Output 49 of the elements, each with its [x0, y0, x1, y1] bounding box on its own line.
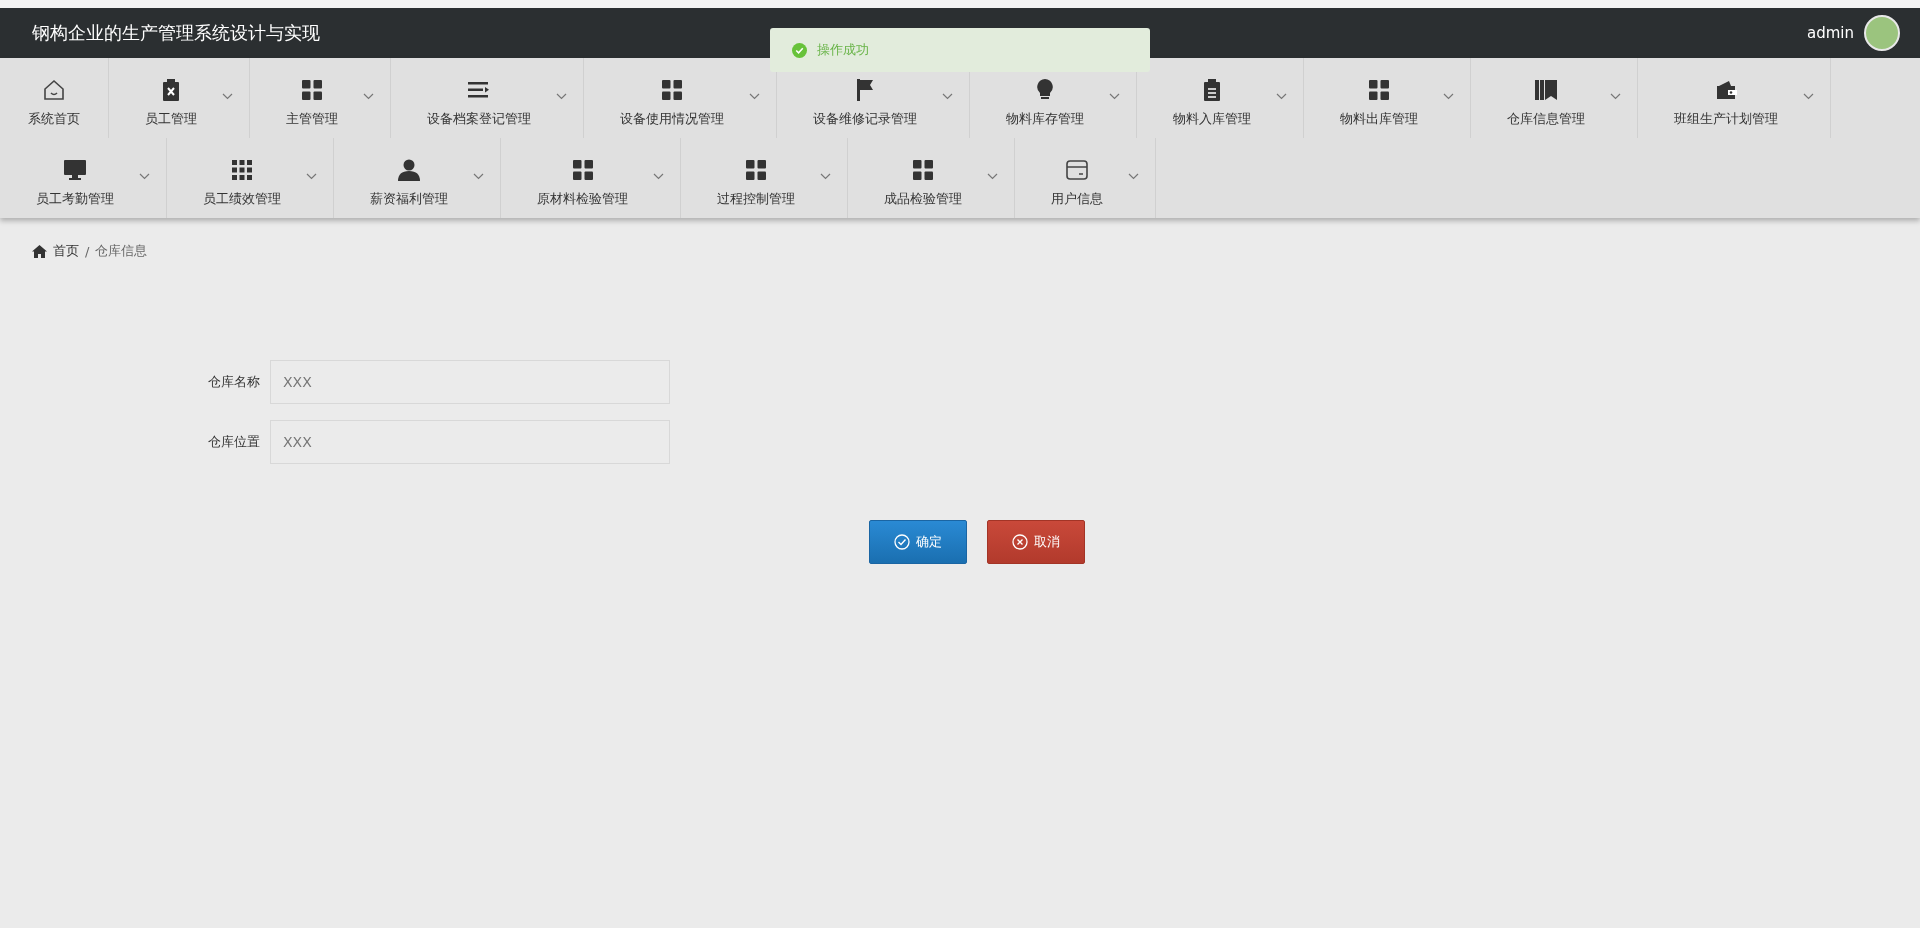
close-circle-icon: [1012, 534, 1028, 550]
avatar[interactable]: [1864, 15, 1900, 51]
book-icon: [1535, 80, 1557, 100]
monitor-icon: [64, 160, 86, 180]
nav-item[interactable]: 员工绩效管理: [167, 138, 334, 218]
grid-icon: [913, 160, 933, 180]
nav-item[interactable]: 过程控制管理: [681, 138, 848, 218]
check-circle-icon: [792, 42, 807, 58]
nav-item[interactable]: 用户信息: [1015, 138, 1156, 218]
grid-icon: [1369, 80, 1389, 100]
nav-item[interactable]: 成品检验管理: [848, 138, 1015, 218]
cancel-button[interactable]: 取消: [987, 520, 1085, 564]
grid-icon: [746, 160, 766, 180]
grid-icon: [302, 80, 322, 100]
breadcrumb-separator: /: [85, 243, 90, 259]
check-circle-icon: [894, 534, 910, 550]
toast-message: 操作成功: [817, 41, 869, 59]
breadcrumb-current: 仓库信息: [95, 242, 148, 260]
person-icon: [398, 159, 420, 181]
nav-item[interactable]: 主管管理: [250, 58, 391, 138]
breadcrumb-link[interactable]: 首页: [53, 242, 79, 260]
nav-item[interactable]: 原材料检验管理: [501, 138, 681, 218]
app-title: 钢构企业的生产管理系统设计与实现: [32, 21, 320, 45]
input-field[interactable]: XXX: [270, 360, 670, 404]
nav-item[interactable]: 系统首页: [0, 58, 109, 138]
card-icon: [1065, 159, 1089, 181]
nav-item[interactable]: 物料出库管理: [1304, 58, 1471, 138]
lightbulb-icon: [1036, 79, 1054, 101]
nav-item[interactable]: 班组生产计划管理: [1638, 58, 1831, 138]
list-icon: [468, 81, 490, 99]
house-icon: [42, 78, 66, 102]
home-icon: [32, 244, 47, 258]
confirm-button[interactable]: 确定: [869, 520, 967, 564]
nav-item[interactable]: 仓库信息管理: [1471, 58, 1638, 138]
nav-item[interactable]: 设备档案登记管理: [391, 58, 584, 138]
nav-item[interactable]: 员工考勤管理: [0, 138, 167, 218]
grid-icon: [662, 80, 682, 100]
nav-item[interactable]: 员工管理: [109, 58, 250, 138]
flag-icon: [856, 79, 874, 101]
field-label: 仓库名称: [207, 373, 260, 391]
username[interactable]: admin: [1807, 24, 1854, 42]
clipboard-icon: [1203, 79, 1221, 101]
clipboard-icon: [161, 79, 181, 101]
grid-icon: [572, 160, 593, 180]
field-label: 仓库位置: [207, 433, 260, 451]
nav-item[interactable]: 薪资福利管理: [334, 138, 501, 218]
input-field[interactable]: XXX: [270, 420, 670, 464]
grid-icon: [232, 160, 252, 180]
wallet-icon: [1715, 81, 1737, 99]
